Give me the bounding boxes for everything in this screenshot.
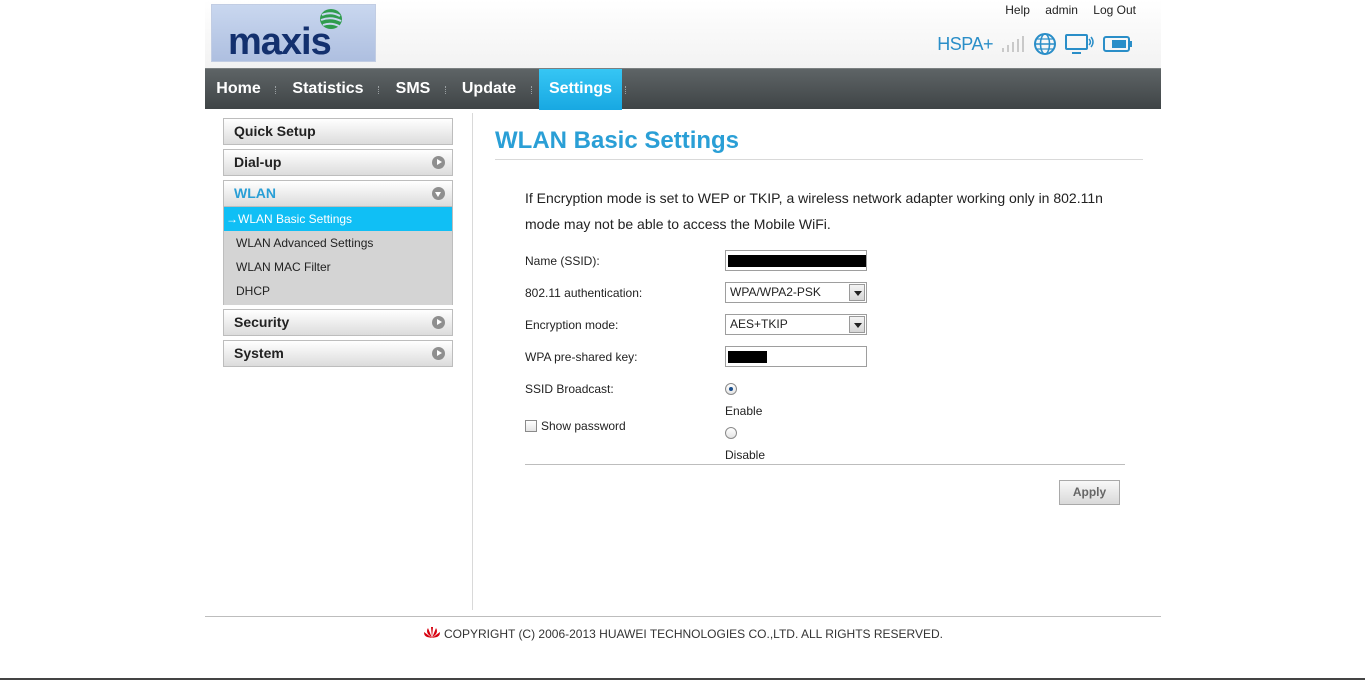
- nav-statistics[interactable]: Statistics: [281, 69, 375, 110]
- ssid-broadcast-label: SSID Broadcast:: [525, 382, 614, 396]
- nav-update[interactable]: Update: [451, 69, 527, 110]
- nav-separator: [531, 86, 533, 94]
- chevron-right-icon: [432, 316, 445, 329]
- sidebar-item-label: Quick Setup: [234, 123, 316, 139]
- huawei-logo-icon: [423, 627, 440, 638]
- sidebar-item-label: Dial-up: [234, 154, 282, 170]
- status-icons: HSPA+: [937, 32, 1133, 56]
- redacted-value: [728, 255, 866, 267]
- wlan-submenu: →WLAN Basic Settings WLAN Advanced Setti…: [223, 207, 453, 305]
- psk-input[interactable]: [725, 346, 867, 367]
- nav-settings[interactable]: Settings: [539, 69, 622, 110]
- sidebar-subitem-dhcp[interactable]: DHCP: [224, 279, 452, 303]
- page-title: WLAN Basic Settings: [495, 127, 1143, 160]
- top-links: Help admin Log Out: [993, 3, 1136, 17]
- info-text: If Encryption mode is set to WEP or TKIP…: [525, 190, 1103, 232]
- header: maxis Help admin Log Out HSPA+: [205, 0, 1161, 68]
- nav-separator: [275, 86, 277, 94]
- encryption-select-value: AES+TKIP: [730, 317, 788, 331]
- ssid-input[interactable]: [725, 250, 867, 271]
- nav-separator: [445, 86, 447, 94]
- signal-bars-icon: [1002, 36, 1024, 52]
- help-link[interactable]: Help: [1005, 3, 1030, 17]
- dropdown-arrow-icon: [849, 316, 865, 333]
- main-nav: Home Statistics SMS Update Settings: [205, 68, 1161, 110]
- copyright-text: COPYRIGHT (C) 2006-2013 HUAWEI TECHNOLOG…: [443, 627, 944, 641]
- sidebar-subitem-wlan-basic-settings[interactable]: →WLAN Basic Settings: [224, 207, 452, 231]
- chevron-right-icon: [432, 156, 445, 169]
- sidebar-item-system[interactable]: System: [223, 340, 453, 367]
- sidebar-item-security[interactable]: Security: [223, 309, 453, 336]
- network-type: HSPA+: [937, 33, 993, 54]
- show-password-checkbox[interactable]: [525, 420, 537, 432]
- vertical-divider: [472, 113, 473, 610]
- encryption-select[interactable]: AES+TKIP: [725, 314, 867, 335]
- auth-label: 802.11 authentication:: [525, 286, 643, 300]
- wifi-monitor-icon: [1065, 34, 1094, 54]
- logout-link[interactable]: Log Out: [1093, 3, 1136, 17]
- sidebar-item-label: WLAN: [234, 185, 276, 201]
- sidebar-item-wlan[interactable]: WLAN: [223, 180, 453, 207]
- battery-icon: [1103, 36, 1132, 52]
- footer-divider: [205, 616, 1161, 617]
- disable-radio-label[interactable]: Disable: [725, 448, 765, 462]
- sidebar: Quick Setup Dial-up WLAN →WLAN Basic Set…: [223, 118, 453, 371]
- show-password-row: Show password: [525, 419, 626, 433]
- chevron-right-icon: [432, 347, 445, 360]
- user-link[interactable]: admin: [1045, 3, 1078, 17]
- main-content: WLAN Basic Settings If Encryption mode i…: [495, 113, 1143, 505]
- maxis-logo: maxis: [211, 4, 376, 62]
- nav-separator: [625, 86, 627, 94]
- form-divider: [525, 464, 1125, 465]
- sidebar-subitem-wlan-mac-filter[interactable]: WLAN MAC Filter: [224, 255, 452, 279]
- apply-button[interactable]: Apply: [1059, 480, 1120, 505]
- page: maxis Help admin Log Out HSPA+ Home Stat…: [205, 0, 1161, 680]
- enable-radio-label[interactable]: Enable: [725, 404, 762, 418]
- ssid-label: Name (SSID):: [525, 254, 600, 268]
- globe-icon: [1034, 33, 1056, 55]
- nav-sms[interactable]: SMS: [385, 69, 441, 110]
- footer: COPYRIGHT (C) 2006-2013 HUAWEI TECHNOLOG…: [205, 626, 1161, 641]
- nav-home[interactable]: Home: [205, 69, 272, 110]
- maxis-logo-text: maxis: [228, 21, 332, 63]
- sidebar-subitem-wlan-advanced-settings[interactable]: WLAN Advanced Settings: [224, 231, 452, 255]
- redacted-value: [728, 351, 767, 363]
- chevron-down-icon: [432, 187, 445, 200]
- auth-select-value: WPA/WPA2-PSK: [730, 285, 821, 299]
- show-password-label[interactable]: Show password: [541, 419, 626, 433]
- nav-separator: [378, 86, 380, 94]
- encryption-label: Encryption mode:: [525, 318, 619, 332]
- enable-radio[interactable]: [725, 383, 737, 395]
- psk-label: WPA pre-shared key:: [525, 350, 638, 364]
- sidebar-item-label: System: [234, 345, 284, 361]
- auth-select[interactable]: WPA/WPA2-PSK: [725, 282, 867, 303]
- sidebar-item-dialup[interactable]: Dial-up: [223, 149, 453, 176]
- disable-radio[interactable]: [725, 427, 737, 439]
- dropdown-arrow-icon: [849, 284, 865, 301]
- sidebar-item-quick-setup[interactable]: Quick Setup: [223, 118, 453, 145]
- sidebar-item-label: Security: [234, 314, 290, 330]
